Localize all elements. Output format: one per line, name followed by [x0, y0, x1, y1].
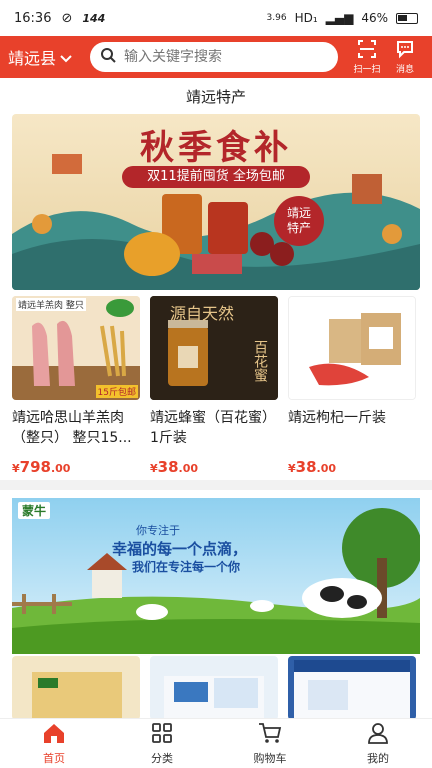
- badge-line2: 特产: [286, 221, 311, 235]
- grid-icon: [151, 722, 173, 747]
- banner-headline: 秋季食补: [140, 128, 292, 168]
- status-bar: 16:36 ⊘ 144 3.96 HD₁ ▂▄▆ 46%: [0, 0, 432, 36]
- product-tile[interactable]: [288, 656, 416, 720]
- product-image: [288, 296, 416, 400]
- cart-icon: [258, 722, 282, 747]
- tab-category-label: 分类: [151, 751, 173, 765]
- product-tile[interactable]: [12, 656, 140, 720]
- message-label: 消息: [395, 65, 414, 75]
- price-main: 38: [157, 458, 179, 476]
- product-name: 靖远枸杞一斤装: [288, 410, 386, 426]
- message-button[interactable]: 消息: [386, 39, 424, 75]
- badge-line1: 靖远: [286, 206, 311, 220]
- promo-banner[interactable]: 秋季食补 双11提前囤货 全场包邮 靖远 特产: [12, 114, 420, 290]
- banner-badge: 靖远 特产: [274, 196, 324, 246]
- banner2-line1: 你专注于: [136, 524, 180, 537]
- tab-cart[interactable]: 购物车: [216, 719, 324, 768]
- tab-home[interactable]: 首页: [0, 719, 108, 768]
- city-selector[interactable]: 靖远县: [8, 45, 90, 69]
- section-divider: [0, 480, 432, 490]
- search-icon: [100, 47, 116, 67]
- hd-label: HD₁: [294, 11, 318, 25]
- scan-icon: [357, 39, 377, 62]
- status-time: 16:36: [14, 10, 52, 26]
- kbs-value: 3.96: [266, 13, 287, 23]
- scan-label: 扫一扫: [353, 65, 381, 75]
- city-label: 靖远县: [8, 49, 57, 68]
- price-decimal: .00: [316, 462, 337, 475]
- product-note: 百花蜜: [252, 340, 268, 382]
- search-box[interactable]: [90, 42, 338, 72]
- price-decimal: .00: [178, 462, 199, 475]
- product-tag: 源自天然: [170, 304, 235, 323]
- message-icon: [395, 39, 415, 62]
- product-card[interactable]: 靖远枸杞一斤装 ¥38.00: [288, 296, 416, 476]
- banner2-line2: 幸福的每一个点滴，: [112, 540, 248, 558]
- mute-icon: ⊘: [61, 10, 73, 26]
- app-header: 靖远县 扫一扫 消息: [0, 36, 432, 78]
- product-image: 靖远羊羔肉 整只 15斤包邮: [12, 296, 140, 400]
- product-image: 源自天然 百花蜜: [150, 296, 278, 400]
- banner-subline: 双11提前囤货 全场包邮: [122, 166, 310, 188]
- product-name: 靖远蜂蜜（百花蜜）1斤装: [150, 410, 276, 446]
- price-main: 798: [19, 458, 51, 476]
- tab-profile-label: 我的: [367, 751, 389, 765]
- bottom-tab-bar: 首页 分类 购物车 我的: [0, 718, 432, 768]
- banner2-line3: 我们在专注每一个你: [132, 560, 241, 574]
- battery-icon: [396, 12, 418, 24]
- price-main: 38: [295, 458, 317, 476]
- chevron-down-icon: [60, 48, 72, 67]
- tab-profile[interactable]: 我的: [324, 719, 432, 768]
- product-card[interactable]: 靖远羊羔肉 整只 15斤包邮 靖远哈思山羊羔肉（整只） 整只15... ¥798…: [12, 296, 140, 476]
- scan-button[interactable]: 扫一扫: [348, 39, 386, 75]
- product-list: 靖远羊羔肉 整只 15斤包邮 靖远哈思山羊羔肉（整只） 整只15... ¥798…: [12, 296, 432, 476]
- net-speed: 144: [82, 11, 106, 25]
- product-price: ¥38.00: [150, 458, 199, 476]
- user-icon: [367, 722, 389, 747]
- search-input[interactable]: [124, 49, 328, 65]
- brand-banner[interactable]: 蒙牛 你专注于 幸福的每一个点滴， 我们在专注每一个你: [12, 498, 420, 654]
- section-title: 靖远特产: [185, 87, 246, 106]
- product-list-2: [12, 656, 432, 720]
- tab-cart-label: 购物车: [253, 751, 287, 765]
- tab-home-label: 首页: [43, 751, 65, 765]
- product-price: ¥798.00: [12, 458, 71, 476]
- product-tile[interactable]: [150, 656, 278, 720]
- signal-icon: ▂▄▆: [325, 11, 354, 25]
- product-price: ¥38.00: [288, 458, 337, 476]
- battery-percent: 46%: [361, 11, 388, 25]
- product-card[interactable]: 源自天然 百花蜜 靖远蜂蜜（百花蜜）1斤装 ¥38.00: [150, 296, 278, 476]
- product-name: 靖远哈思山羊羔肉（整只） 整只15...: [12, 410, 132, 446]
- brand-logo: 蒙牛: [18, 502, 51, 519]
- product-note: 15斤包邮: [95, 385, 138, 398]
- price-decimal: .00: [50, 462, 71, 475]
- home-icon: [42, 722, 66, 747]
- tab-category[interactable]: 分类: [108, 719, 216, 768]
- product-tag: 靖远羊羔肉 整只: [16, 298, 86, 311]
